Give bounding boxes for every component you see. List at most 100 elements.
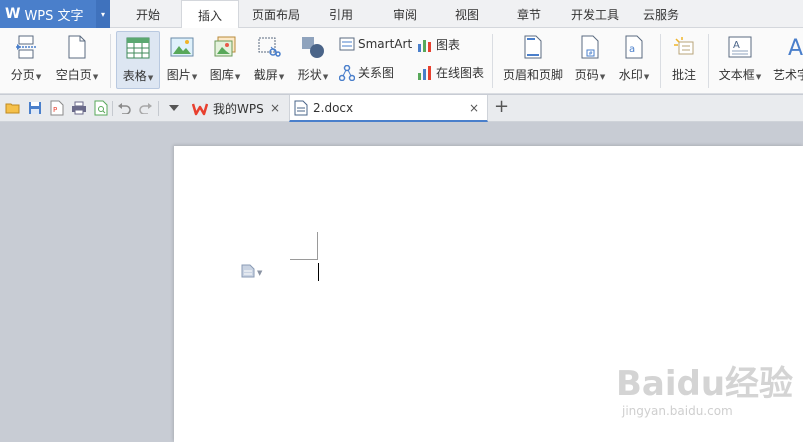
doc-tab-label: 2.docx: [313, 100, 354, 115]
online-chart-icon: [417, 65, 433, 81]
chevron-down-icon: ▼: [191, 73, 198, 81]
chevron-down-icon: ▼: [755, 73, 762, 81]
doc-tab-label: 我的WPS: [213, 102, 264, 116]
table-icon: [125, 35, 151, 61]
tab-review[interactable]: 审阅: [376, 0, 434, 28]
blank-page-button[interactable]: 空白页▼: [52, 28, 102, 83]
text-box-icon: A: [727, 34, 753, 60]
page-break-label: 分页: [10, 68, 35, 82]
tab-sections[interactable]: 章节: [500, 0, 558, 28]
picture-label: 图片: [166, 68, 191, 82]
export-pdf-icon[interactable]: P: [49, 100, 65, 116]
smartart-icon: [339, 36, 355, 52]
paragraph-layout-button[interactable]: ▼: [241, 264, 262, 281]
online-chart-button[interactable]: 在线图表: [417, 64, 484, 81]
comment-label: 批注: [671, 68, 696, 82]
svg-text:#: #: [589, 51, 593, 57]
watermark-button[interactable]: a 水印▼: [614, 28, 654, 83]
ribbon-divider: [110, 34, 111, 88]
word-art-button[interactable]: A 艺术字: [770, 28, 803, 83]
ribbon-divider: [492, 34, 493, 88]
header-footer-label: 页眉和页脚: [502, 68, 563, 82]
relationship-chart-button[interactable]: 关系图: [339, 64, 394, 81]
chevron-down-icon: ▼: [234, 73, 241, 81]
app-name: WPS 文字: [24, 8, 84, 24]
menu-bar: W WPS 文字 ▾ 开始 插入 页面布局 引用 审阅 视图 章节 开发工具 云…: [0, 0, 803, 29]
tab-references[interactable]: 引用: [312, 0, 370, 28]
text-cursor: [318, 263, 319, 281]
margin-corner-mark: [290, 259, 318, 260]
chart-icon: [417, 37, 433, 53]
undo-icon[interactable]: [116, 100, 132, 116]
chevron-down-icon: ▼: [147, 74, 154, 82]
toolbar-dropdown-icon[interactable]: [166, 100, 182, 116]
page-break-button[interactable]: 分页▼: [6, 28, 46, 83]
ribbon-divider: [660, 34, 661, 88]
wps-logo-icon: W: [5, 6, 21, 22]
tab-insert[interactable]: 插入: [181, 0, 239, 29]
baidu-watermark-logo: Baidu经验: [616, 364, 794, 404]
wps-logo-icon: [192, 102, 208, 116]
shapes-button[interactable]: 形状▼: [294, 28, 332, 83]
screenshot-label: 截屏: [253, 68, 278, 82]
save-icon[interactable]: [27, 100, 43, 116]
gallery-label: 图库: [209, 68, 234, 82]
gallery-icon: [212, 34, 238, 60]
paragraph-layout-icon: [241, 264, 255, 281]
tab-home[interactable]: 开始: [118, 0, 178, 28]
tab-cloud[interactable]: 云服务: [632, 0, 690, 28]
comment-button[interactable]: 批注: [666, 28, 702, 83]
svg-text:P: P: [53, 106, 57, 114]
close-icon[interactable]: ×: [469, 101, 479, 115]
document-icon: [294, 100, 308, 116]
close-icon[interactable]: ×: [270, 101, 280, 115]
chevron-down-icon: ▼: [92, 73, 99, 81]
table-button[interactable]: 表格▼: [116, 31, 160, 89]
picture-button[interactable]: 图片▼: [164, 28, 200, 83]
toolbar-divider: [112, 101, 113, 116]
ribbon: 分页▼ 空白页▼ 表格▼ 图片▼ 图库▼ 截屏▼ 形状▼ SmartArt 图表…: [0, 28, 803, 94]
doc-tab-2-docx[interactable]: 2.docx ×: [289, 95, 488, 122]
watermark-icon: a: [621, 34, 647, 60]
doc-tab-my-wps[interactable]: 我的WPS ×: [186, 95, 288, 122]
chart-label: 图表: [436, 38, 461, 52]
watermark-label: 水印: [618, 68, 643, 82]
comment-icon: [671, 34, 697, 60]
smartart-label: SmartArt: [358, 37, 413, 51]
baidu-watermark: Baidu经验 jingyan.baidu.com: [616, 356, 793, 428]
screenshot-icon: [256, 34, 282, 60]
chevron-down-icon: ▼: [599, 73, 606, 81]
tab-developer[interactable]: 开发工具: [563, 0, 627, 28]
ribbon-divider: [708, 34, 709, 88]
baidu-watermark-url: jingyan.baidu.com: [622, 404, 733, 418]
gallery-button[interactable]: 图库▼: [206, 28, 244, 83]
text-box-button[interactable]: A 文本框▼: [714, 28, 766, 83]
word-art-icon: A: [784, 34, 803, 60]
chart-button[interactable]: 图表: [417, 36, 460, 53]
online-chart-label: 在线图表: [436, 66, 485, 80]
tab-page-layout[interactable]: 页面布局: [244, 0, 308, 28]
smartart-button[interactable]: SmartArt: [339, 36, 412, 52]
svg-text:A: A: [788, 36, 803, 59]
page-break-icon: [13, 34, 39, 60]
chevron-down-icon: ▼: [257, 268, 263, 277]
app-dropdown-icon[interactable]: ▾: [96, 0, 110, 28]
chevron-down-icon: ▼: [278, 73, 285, 81]
open-folder-icon[interactable]: [5, 100, 21, 116]
print-preview-icon[interactable]: [93, 100, 109, 116]
app-menu-button[interactable]: W WPS 文字 ▾: [0, 0, 110, 28]
screenshot-button[interactable]: 截屏▼: [250, 28, 288, 83]
svg-text:A: A: [733, 40, 740, 51]
tab-view[interactable]: 视图: [438, 0, 496, 28]
margin-corner-mark: [317, 232, 318, 259]
header-footer-icon: [520, 34, 546, 60]
redo-icon[interactable]: [138, 100, 154, 116]
new-tab-icon[interactable]: +: [494, 96, 509, 117]
blank-page-icon: [64, 34, 90, 60]
shapes-label: 形状: [297, 68, 322, 82]
header-footer-button[interactable]: 页眉和页脚: [500, 28, 566, 83]
text-box-label: 文本框: [718, 68, 755, 82]
page-number-button[interactable]: # 页码▼: [570, 28, 610, 83]
print-icon[interactable]: [71, 100, 87, 116]
page-number-icon: #: [577, 34, 603, 60]
